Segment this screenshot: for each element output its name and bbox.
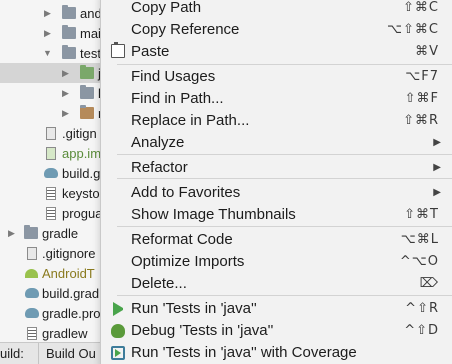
folder-icon (62, 5, 76, 19)
shortcut-label: ⌥⌘L (400, 231, 439, 247)
menu-item-paste[interactable]: Paste ⌘V (101, 40, 452, 62)
menu-item-label: Copy Path (131, 0, 202, 16)
menu-item-label: Find in Path... (131, 89, 224, 107)
shortcut-label: ⌦ (419, 275, 439, 291)
shortcut-label: ⇧⌘F (404, 90, 439, 106)
menu-item-find-usages[interactable]: Find Usages ⌥F7 (101, 65, 452, 87)
build-label: uild: (0, 346, 24, 361)
text-file-icon (27, 326, 37, 340)
folder-icon (62, 25, 76, 39)
folder-icon (62, 45, 76, 59)
shortcut-label: ⌥F7 (405, 68, 439, 84)
menu-item-label: Reformat Code (131, 230, 233, 248)
chevron-right-icon[interactable]: ▶ (62, 108, 69, 119)
tree-item-label: test (80, 45, 101, 61)
debug-icon (111, 324, 125, 338)
menu-item-optimize-imports[interactable]: Optimize Imports ^⌥O (101, 250, 452, 272)
test-folder-icon (80, 65, 94, 79)
tree-item-label: gradle (42, 225, 79, 241)
menu-item-label: Replace in Path... (131, 111, 250, 129)
folder-icon (24, 225, 38, 239)
menu-item-label: Run 'Tests in 'java'' with Coverage (131, 343, 357, 361)
shortcut-label: ⇧⌘R (403, 112, 439, 128)
context-menu: Copy Path ⇧⌘C Copy Reference ⌥⇧⌘C Paste … (100, 0, 452, 364)
menu-item-label: Paste (131, 42, 170, 60)
tree-item-label: build.grad (42, 285, 100, 301)
divider (38, 343, 39, 364)
android-icon (25, 268, 38, 278)
tree-item-label: .gitignore (42, 245, 96, 261)
menu-item-label: Find Usages (131, 67, 216, 85)
menu-item-run-with-coverage[interactable]: Run 'Tests in 'java'' with Coverage (101, 341, 452, 363)
chevron-right-icon[interactable]: ▶ (8, 228, 15, 239)
gradle-icon (44, 168, 58, 178)
shortcut-label: ^⌥O (399, 253, 439, 269)
menu-item-label: Delete... (131, 274, 187, 292)
paste-icon (111, 42, 125, 58)
menu-item-refactor[interactable]: Refactor ▶ (101, 156, 452, 178)
coverage-icon (111, 346, 125, 360)
build-output-tab[interactable]: Build Ou (46, 346, 96, 361)
menu-item-reformat-code[interactable]: Reformat Code ⌥⌘L (101, 228, 452, 250)
menu-item-delete[interactable]: Delete... ⌦ (101, 272, 452, 294)
file-icon (27, 246, 37, 260)
menu-item-label: Debug 'Tests in 'java'' (131, 321, 274, 339)
chevron-down-icon[interactable]: ▼ (43, 48, 52, 58)
menu-item-copy-reference[interactable]: Copy Reference ⌥⇧⌘C (101, 18, 452, 40)
tree-item-label: and (80, 5, 102, 21)
menu-item-label: Run 'Tests in 'java'' (131, 299, 257, 317)
tree-item-label: mai (80, 25, 101, 41)
menu-item-find-in-path[interactable]: Find in Path... ⇧⌘F (101, 87, 452, 109)
submenu-arrow-icon: ▶ (433, 186, 441, 198)
menu-item-label: Optimize Imports (131, 252, 245, 270)
menu-item-copy-path[interactable]: Copy Path ⇧⌘C (101, 0, 452, 18)
file-icon (46, 126, 56, 140)
menu-separator (117, 154, 452, 155)
menu-item-analyze[interactable]: Analyze ▶ (101, 131, 452, 153)
chevron-right-icon[interactable]: ▶ (44, 28, 51, 39)
shortcut-label: ⇧⌘C (403, 0, 439, 15)
gradle-icon (25, 288, 39, 298)
folder-icon (80, 85, 94, 99)
tree-item-label: progua (62, 205, 103, 221)
chevron-right-icon[interactable]: ▶ (62, 88, 69, 99)
menu-item-label: Show Image Thumbnails (131, 205, 296, 223)
chevron-right-icon[interactable]: ▶ (44, 8, 51, 19)
module-file-icon (46, 146, 56, 160)
menu-item-label: Copy Reference (131, 20, 240, 38)
tree-item-label: keysto (62, 185, 100, 201)
menu-item-label: Refactor (131, 158, 188, 176)
tree-item-label: build.g (62, 165, 101, 181)
shortcut-label: ⌥⇧⌘C (387, 21, 439, 37)
submenu-arrow-icon: ▶ (433, 136, 441, 148)
tree-item-label: AndroidT (42, 265, 95, 281)
gradle-icon (25, 308, 39, 318)
tree-item-label: gradlew (42, 325, 88, 341)
menu-separator (117, 295, 452, 296)
chevron-right-icon[interactable]: ▶ (62, 68, 69, 79)
tree-item-label: app.im (62, 145, 102, 161)
menu-item-show-image-thumbnails[interactable]: Show Image Thumbnails ⇧⌘T (101, 203, 452, 225)
text-file-icon (46, 206, 56, 220)
menu-item-replace-in-path[interactable]: Replace in Path... ⇧⌘R (101, 109, 452, 131)
submenu-arrow-icon: ▶ (433, 161, 441, 173)
shortcut-label: ⇧⌘T (404, 206, 439, 222)
resources-folder-icon (80, 105, 94, 119)
tree-item-label: gradle.pro (42, 305, 101, 321)
menu-item-debug-tests[interactable]: Debug 'Tests in 'java'' ^⇧D (101, 319, 452, 341)
menu-item-run-tests[interactable]: Run 'Tests in 'java'' ^⇧R (101, 297, 452, 319)
menu-item-add-to-favorites[interactable]: Add to Favorites ▶ (101, 181, 452, 203)
run-icon (113, 302, 127, 316)
shortcut-label: ^⇧R (405, 300, 439, 316)
shortcut-label: ⌘V (415, 43, 439, 59)
menu-item-label: Add to Favorites (131, 183, 241, 201)
menu-item-label: Analyze (131, 133, 185, 151)
menu-separator (117, 226, 452, 227)
menu-separator (117, 178, 452, 179)
text-file-icon (46, 186, 56, 200)
shortcut-label: ^⇧D (404, 322, 439, 338)
tree-item-label: .gitign (62, 125, 97, 141)
